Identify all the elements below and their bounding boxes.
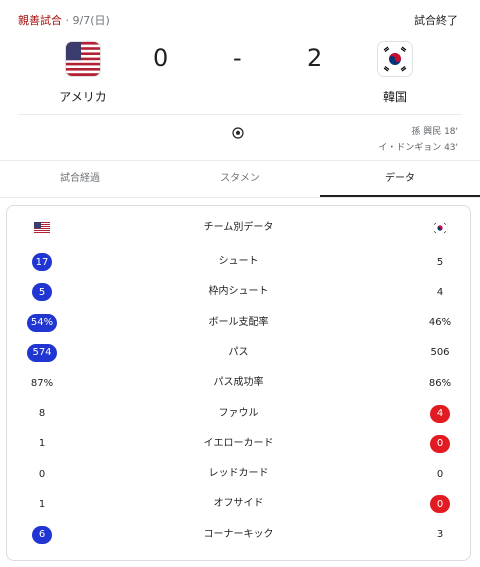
- stats-title: チーム別データ: [203, 222, 274, 233]
- stat-row: 6 コーナーキック 3: [7, 524, 470, 546]
- away-stat-text: 0: [430, 434, 450, 453]
- stat-label: イエローカード: [203, 437, 274, 449]
- away-team[interactable]: 韓国: [350, 42, 440, 105]
- match-date: · 9/7(日): [62, 14, 110, 27]
- away-goal-scorers: 孫 興民 18' イ・ドンギョン 43': [378, 124, 458, 156]
- match-header: 親善試合 · 9/7(日) 試合終了: [18, 12, 458, 28]
- stat-row: 1 オフサイド 0: [7, 493, 470, 515]
- stats-header-row: チーム別データ: [7, 217, 470, 239]
- away-stat-value: 46%: [425, 312, 455, 334]
- away-stat-text: 46%: [428, 317, 452, 329]
- away-stat-text: 0: [430, 495, 450, 514]
- korea-flag-icon: [425, 217, 455, 239]
- away-stat-value: 0: [425, 433, 455, 455]
- match-type[interactable]: 親善試合: [18, 14, 62, 27]
- away-stat-text: 3: [436, 529, 444, 541]
- stat-row: 1 イエローカード 0: [7, 433, 470, 455]
- away-stat-value: 0: [425, 463, 455, 485]
- goal-scorer[interactable]: 孫 興民 18': [378, 124, 458, 140]
- stat-label: パス: [228, 346, 249, 358]
- soccer-ball-icon: [232, 124, 244, 143]
- stat-label: レッドカード: [208, 468, 269, 480]
- home-team[interactable]: アメリカ: [38, 42, 128, 105]
- usa-flag-icon: [66, 42, 100, 76]
- home-team-name: アメリカ: [59, 90, 107, 104]
- korea-flag-icon: [378, 42, 412, 76]
- away-stat-value: 0: [425, 493, 455, 515]
- away-stat-text: 4: [436, 286, 444, 298]
- away-stat-value: 86%: [425, 372, 455, 394]
- away-stat-text: 0: [436, 468, 444, 480]
- stat-row: 8 ファウル 4: [7, 403, 470, 425]
- stat-row: 5 枠内シュート 4: [7, 281, 470, 303]
- stat-row: 574 パス 506: [7, 342, 470, 364]
- stat-label: 枠内シュート: [208, 286, 269, 298]
- stat-row: 0 レッドカード 0: [7, 463, 470, 485]
- stat-row: 54% ボール支配率 46%: [7, 312, 470, 334]
- stat-row: 87% パス成功率 86%: [7, 372, 470, 394]
- tab-stats[interactable]: データ: [320, 161, 480, 197]
- away-stat-value: 5: [425, 251, 455, 273]
- stat-label: オフサイド: [213, 498, 264, 510]
- stat-label: シュート: [218, 256, 259, 267]
- tab-lineups[interactable]: スタメン: [160, 161, 320, 197]
- away-team-name: 韓国: [382, 90, 407, 104]
- away-score: 2: [307, 44, 323, 72]
- stat-row: 17 シュート 5: [7, 251, 470, 273]
- stat-label: パス成功率: [213, 377, 264, 389]
- stat-label: コーナーキック: [203, 528, 274, 540]
- stat-label: ファウル: [218, 407, 259, 419]
- away-stat-text: 5: [436, 256, 444, 268]
- away-stat-value: 3: [425, 524, 455, 546]
- tab-timeline[interactable]: 試合経過: [0, 161, 160, 197]
- goal-scorer[interactable]: イ・ドンギョン 43': [378, 140, 458, 156]
- team-stats-card: チーム別データ 17 シュート 5 5 枠内シュート 4 54% ボール支配率 46% 574 パス…: [6, 205, 471, 561]
- stat-label: ボール支配率: [208, 316, 269, 328]
- away-stat-text: 4: [430, 404, 450, 423]
- match-tabs: 試合経過 スタメン データ: [0, 160, 480, 198]
- match-info: 親善試合 · 9/7(日): [18, 12, 110, 28]
- away-stat-text: 506: [430, 347, 450, 359]
- away-stat-text: 86%: [428, 377, 452, 389]
- home-score: 0: [153, 44, 169, 72]
- away-stat-value: 4: [425, 403, 455, 425]
- away-stat-value: 4: [425, 281, 455, 303]
- score-separator: -: [233, 44, 242, 72]
- away-stat-value: 506: [425, 342, 455, 364]
- divider: [18, 114, 462, 115]
- match-status: 試合終了: [414, 14, 458, 27]
